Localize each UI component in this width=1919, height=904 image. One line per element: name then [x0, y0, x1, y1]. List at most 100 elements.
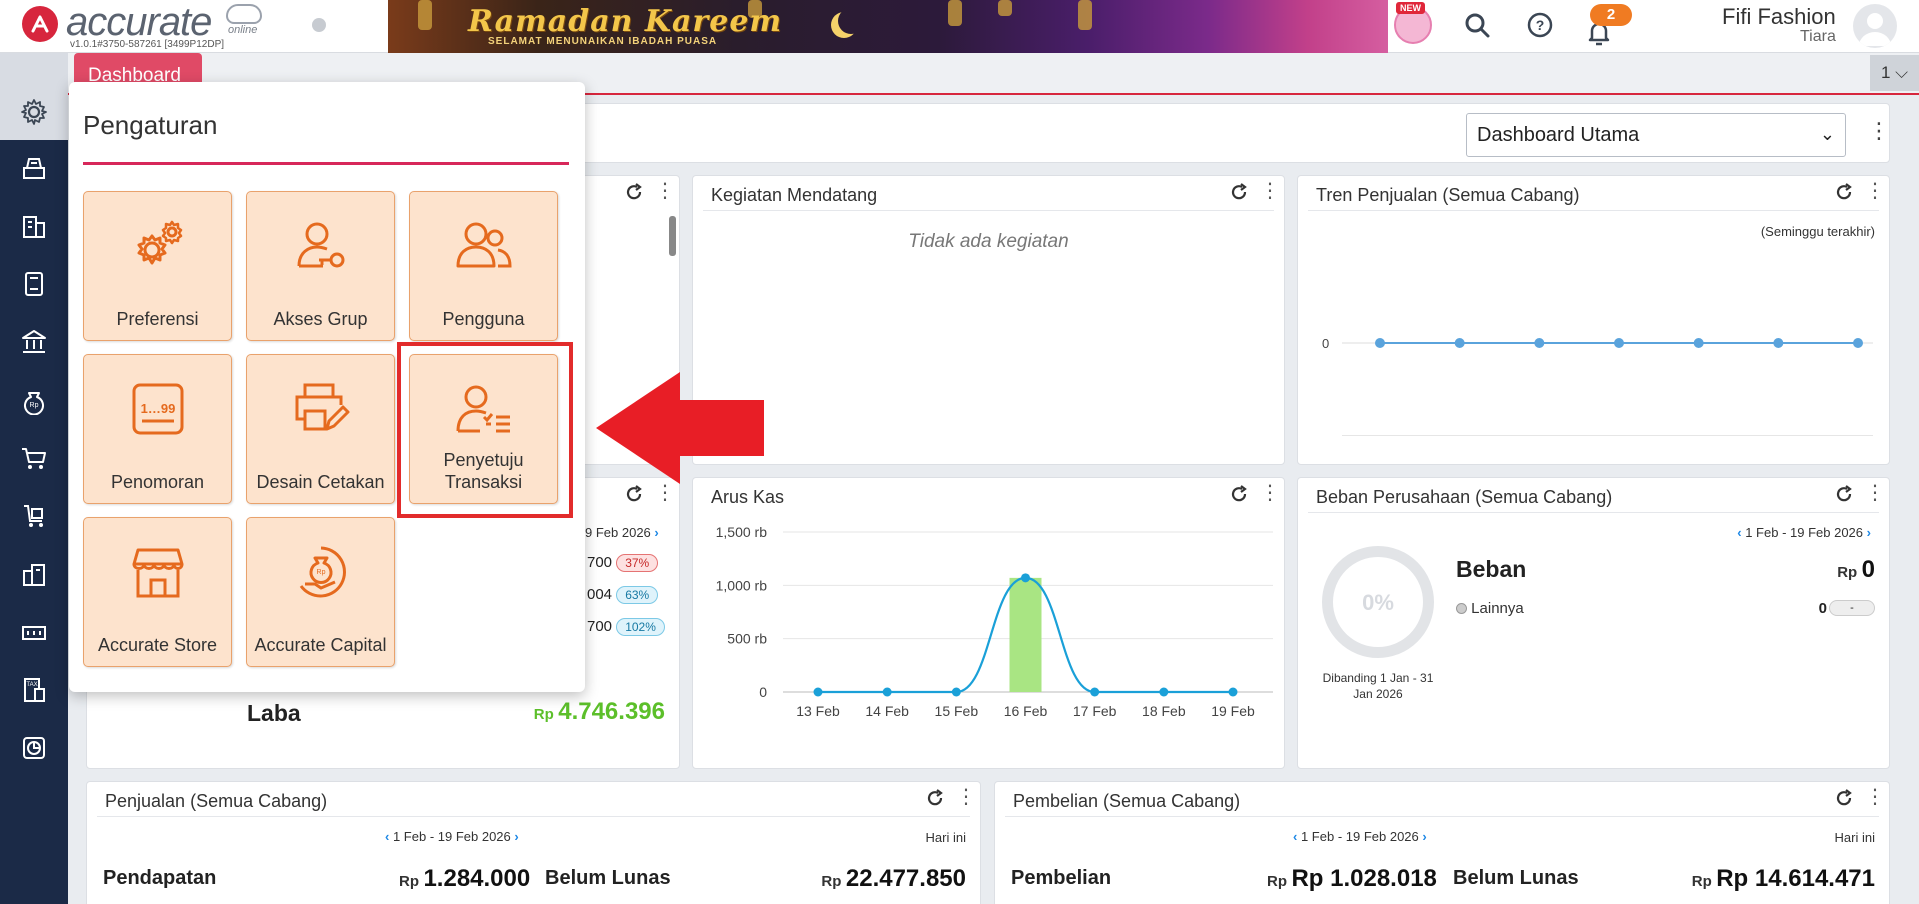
divider [1308, 512, 1879, 513]
users-icon [456, 222, 512, 268]
popup-divider [83, 162, 569, 165]
numbering-icon: 1…99 [132, 383, 184, 435]
highlight-box [397, 342, 573, 518]
sidebar-item-cashier[interactable] [0, 140, 68, 196]
card-upcoming-activities: Kegiatan Mendatang ⋮ Tidak ada kegiatan [692, 175, 1285, 465]
tile-label: Penomoran [110, 472, 205, 492]
card-company-expenses: Beban Perusahaan (Semua Cabang) ⋮ ‹ 1 Fe… [1297, 477, 1890, 769]
card-menu-icon[interactable]: ⋮ [655, 483, 675, 503]
profit-label: Laba [247, 700, 301, 726]
warehouse-icon [23, 564, 45, 586]
arrow-annotation-icon [596, 372, 764, 484]
sidebar-item-receivables[interactable]: Rp [0, 372, 68, 428]
y-tick-label: 0 [1322, 336, 1329, 351]
chevron-left-icon[interactable]: ‹ [1737, 525, 1741, 540]
tile-preferensi[interactable]: Preferensi [83, 191, 232, 341]
data-point [1693, 338, 1704, 348]
sidebar-item-settings[interactable] [0, 84, 68, 140]
banner-title: Ramadan Kareem [468, 4, 783, 39]
chevron-right-icon[interactable]: › [654, 525, 658, 540]
card-menu-icon[interactable]: ⋮ [655, 181, 675, 201]
tile-akses-grup[interactable]: Akses Grup [246, 191, 395, 341]
x-tick-label: 14 Feb [865, 703, 909, 719]
lantern-icon [948, 0, 962, 26]
revenue-label: Pendapatan [103, 867, 217, 889]
accurate-logo-icon[interactable] [22, 6, 58, 42]
sidebar-item-tax[interactable]: TAX [0, 662, 68, 718]
sidebar-item-purchase[interactable] [0, 488, 68, 544]
percent-badge: 102% [616, 618, 665, 636]
sidebar-item-sales[interactable] [0, 430, 68, 486]
refresh-icon[interactable] [1229, 484, 1251, 506]
dashboard-menu-icon[interactable]: ⋮ [1868, 120, 1890, 142]
dashboard-select-value: Dashboard Utama [1477, 124, 1640, 146]
sidebar-item-bank[interactable] [0, 314, 68, 370]
tab-count-dropdown[interactable]: 1 ⌵ [1870, 55, 1919, 91]
cash-register-icon [23, 158, 45, 179]
sidebar-item-inventory[interactable] [0, 546, 68, 602]
sidebar-item-manufacture[interactable] [0, 604, 68, 660]
refresh-icon[interactable] [1834, 788, 1856, 810]
card-menu-icon[interactable]: ⋮ [1865, 181, 1885, 201]
tile-desain-cetakan[interactable]: Desain Cetakan [246, 354, 395, 504]
refresh-icon[interactable] [624, 484, 646, 506]
tile-label: Preferensi [116, 309, 199, 329]
tile-accurate-capital[interactable]: Rp Accurate Capital [246, 517, 395, 667]
data-point [1773, 338, 1784, 348]
card-menu-icon[interactable]: ⋮ [1865, 787, 1885, 807]
sidebar-item-reports[interactable] [0, 720, 68, 776]
cloud-icon [226, 4, 262, 24]
chevron-left-icon[interactable]: ‹ [385, 829, 389, 844]
compare-period: Dibanding 1 Jan - 31 Jan 2026 [1322, 671, 1434, 701]
legend-dot-icon [1456, 603, 1467, 614]
profit-value: Rp 4.746.396 [533, 698, 665, 725]
user-key-icon [297, 222, 345, 268]
refresh-icon[interactable] [624, 182, 646, 204]
x-tick-label: 13 Feb [796, 703, 840, 719]
user-avatar[interactable] [1853, 4, 1897, 48]
card-menu-icon[interactable]: ⋮ [1260, 483, 1280, 503]
chevron-right-icon[interactable]: › [514, 829, 518, 844]
sidebar-item-company[interactable] [0, 198, 68, 254]
refresh-icon[interactable] [1834, 484, 1856, 506]
sidebar-item-ledger[interactable] [0, 256, 68, 312]
card-title: Arus Kas [711, 487, 785, 507]
card-menu-icon[interactable]: ⋮ [1865, 483, 1885, 503]
search-icon[interactable] [1462, 10, 1494, 42]
unpaid-label: Belum Lunas [545, 867, 671, 889]
chevron-right-icon[interactable]: › [1422, 829, 1426, 844]
unpaid-label: Belum Lunas [1453, 867, 1579, 889]
chevron-left-icon[interactable]: ‹ [1293, 829, 1297, 844]
x-tick-label: 16 Feb [1004, 703, 1048, 719]
card-menu-icon[interactable]: ⋮ [1260, 181, 1280, 201]
chevron-right-icon[interactable]: › [1867, 525, 1871, 540]
building-icon [23, 216, 45, 238]
card-sales-trend: Tren Penjualan (Semua Cabang) ⋮ (Semingg… [1297, 175, 1890, 465]
tile-pengguna[interactable]: Pengguna [409, 191, 558, 341]
refresh-icon[interactable] [1834, 182, 1856, 204]
tile-label: Pengguna [442, 309, 525, 329]
unpaid-value: Rp 22.477.850 [821, 865, 966, 892]
empty-state: Tidak ada kegiatan [908, 231, 1069, 252]
gear-icon [21, 99, 47, 125]
refresh-icon[interactable] [925, 788, 947, 810]
data-point [882, 687, 892, 697]
tile-penomoran[interactable]: 1…99 Penomoran [83, 354, 232, 504]
tile-accurate-store[interactable]: Accurate Store [83, 517, 232, 667]
refresh-icon[interactable] [1229, 182, 1251, 204]
help-icon[interactable]: ? [1525, 10, 1557, 42]
dashboard-select[interactable]: Dashboard Utama ⌄ [1466, 113, 1846, 157]
bar [1009, 577, 1042, 692]
expense-total: Rp 0 [1837, 556, 1875, 583]
money-bag-icon: Rp [24, 392, 44, 415]
scrollbar[interactable] [669, 216, 676, 256]
date-range: ‹ 1 Feb - 19 Feb 2026 › [385, 829, 519, 844]
expense-item-value: 0 [1818, 600, 1827, 617]
today-label: Hari ini [1834, 830, 1875, 845]
tile-label: Akses Grup [273, 309, 368, 329]
card-cash-flow: Arus Kas ⋮ 0 500 rb 1,000 rb 1,500 rb 13 Feb… [692, 477, 1285, 769]
card-title: Pembelian (Semua Cabang) [1013, 791, 1241, 811]
card-menu-icon[interactable]: ⋮ [956, 787, 976, 807]
tax-document-icon: TAX [24, 678, 45, 702]
divider [1308, 210, 1879, 211]
